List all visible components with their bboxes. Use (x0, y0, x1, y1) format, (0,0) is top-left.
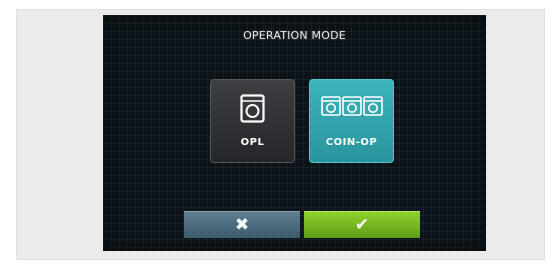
page-title: OPERATION MODE (243, 29, 346, 42)
opl-mode-label: OPL (240, 137, 265, 148)
cross-icon: ✖ (234, 215, 250, 235)
confirm-button[interactable]: ✔ (304, 211, 420, 238)
cancel-button[interactable]: ✖ (184, 211, 300, 238)
coin-op-mode-label: COIN-OP (325, 137, 378, 148)
coin-op-mode-button[interactable]: COIN-OP (309, 79, 394, 163)
device-frame: OPERATION MODE OPL COIN-OP ✖ ✔ (16, 9, 545, 260)
touch-screen: OPERATION MODE OPL COIN-OP ✖ ✔ (103, 15, 486, 251)
opl-mode-button[interactable]: OPL (210, 79, 295, 163)
coin-op-washers-icon (321, 96, 383, 116)
washing-machine-icon (240, 94, 265, 123)
check-icon: ✔ (354, 215, 370, 235)
